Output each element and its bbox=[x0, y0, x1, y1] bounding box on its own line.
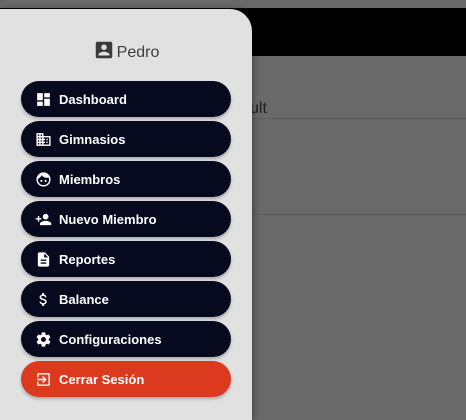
nav-item-reportes[interactable]: Reportes bbox=[21, 241, 231, 277]
face-icon bbox=[34, 170, 52, 188]
nav-item-dashboard[interactable]: Dashboard bbox=[21, 81, 231, 117]
dashboard-icon bbox=[34, 90, 52, 108]
nav-item-label: Configuraciones bbox=[59, 331, 162, 347]
nav-item-label: Nuevo Miembro bbox=[59, 211, 157, 227]
dollar-icon bbox=[34, 290, 52, 308]
nav-item-miembros[interactable]: Miembros bbox=[21, 161, 231, 197]
divider bbox=[250, 118, 466, 119]
nav-item-configuraciones[interactable]: Configuraciones bbox=[21, 321, 231, 357]
person-add-icon bbox=[34, 210, 52, 228]
settings-gear-icon bbox=[34, 330, 52, 348]
nav-menu: Dashboard Gimnasios Miembros Nuevo Miemb… bbox=[21, 81, 231, 401]
nav-item-label: Dashboard bbox=[59, 91, 127, 107]
navigation-drawer: Pedro Dashboard Gimnasios Miembros Nuevo… bbox=[0, 9, 252, 420]
logout-icon bbox=[34, 370, 52, 388]
nav-item-nuevo-miembro[interactable]: Nuevo Miembro bbox=[21, 201, 231, 237]
user-header: Pedro bbox=[0, 39, 252, 66]
account-box-icon bbox=[93, 39, 115, 66]
divider bbox=[250, 214, 466, 215]
user-name: Pedro bbox=[116, 43, 160, 61]
nav-item-label: Gimnasios bbox=[59, 131, 126, 147]
logout-button[interactable]: Cerrar Sesión bbox=[21, 361, 231, 397]
nav-item-label: Reportes bbox=[59, 251, 116, 267]
logout-label: Cerrar Sesión bbox=[59, 371, 145, 387]
nav-item-gimnasios[interactable]: Gimnasios bbox=[21, 121, 231, 157]
nav-item-label: Miembros bbox=[59, 171, 121, 187]
nav-item-label: Balance bbox=[59, 291, 109, 307]
page-heading-fragment: ult bbox=[250, 100, 267, 117]
nav-item-balance[interactable]: Balance bbox=[21, 281, 231, 317]
document-icon bbox=[34, 250, 52, 268]
building-icon bbox=[34, 130, 52, 148]
